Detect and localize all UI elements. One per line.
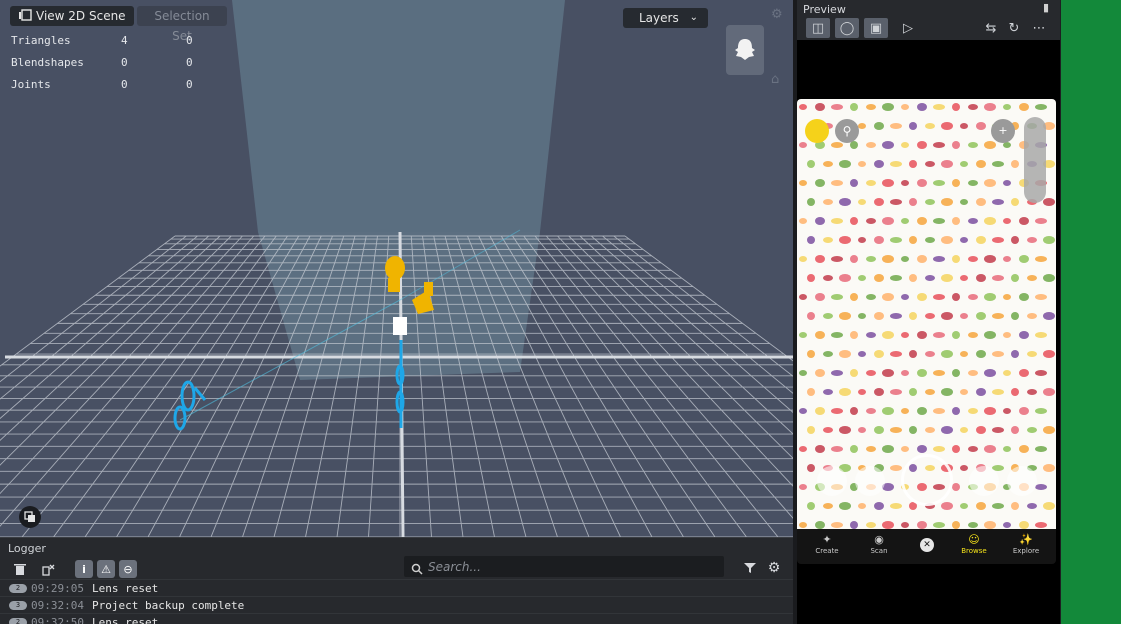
log-list: 2 09:29:05 Lens reset 3 09:32:04 Project bac… [0, 579, 793, 624]
log-row[interactable]: 2 09:29:05 Lens reset [0, 579, 793, 596]
gear-icon[interactable]: ⚙ [771, 7, 783, 22]
stat-value: 0 [121, 78, 128, 91]
camera-mode-icon[interactable]: ◯ [835, 18, 859, 38]
chevron-down-icon: ⌄ [689, 12, 698, 23]
clear-reset-icon[interactable] [39, 560, 57, 578]
preview-title: Preview [803, 3, 846, 16]
nav-close[interactable]: ✕ [907, 533, 947, 552]
stat-value: 0 [186, 56, 193, 69]
lens-carousel-item[interactable] [1007, 466, 1037, 496]
nav-browse[interactable]: ☺ Browse [954, 533, 994, 555]
logger-title: Logger [8, 542, 46, 555]
phone-bottom-nav: ✦ Create ◉ Scan ✕ ☺ Browse ✨ Explore [797, 529, 1056, 564]
settings-gear-icon[interactable]: ⚙ [765, 559, 783, 577]
log-count-badge: 2 [9, 617, 27, 624]
filter-icon[interactable] [741, 559, 759, 577]
snapchat-ghost-button[interactable] [726, 25, 764, 75]
log-count-badge: 2 [9, 583, 27, 593]
warning-filter-icon[interactable]: ⚠ [97, 560, 115, 578]
phone-preview[interactable]: ⚲ + ✦ Create ◉ Scan ✕ ☺ Browse ✨ Explore [797, 99, 1056, 564]
view-2d-scene-button[interactable]: View 2D Scene [10, 6, 134, 26]
scan-icon: ◉ [874, 533, 884, 546]
wand-icon: ✦ [822, 533, 832, 546]
swap-camera-icon[interactable]: ⇆ [979, 18, 1003, 38]
scene-stats: Triangles 4 0 Blendshapes 0 0 Joints 0 0 [11, 34, 193, 100]
copy-layer-button[interactable] [19, 506, 41, 528]
log-message: Lens reset [91, 581, 159, 595]
pin-icon[interactable]: ▮ [1043, 1, 1049, 14]
view-2d-scene-label: View 2D Scene [36, 9, 126, 23]
nav-create[interactable]: ✦ Create [807, 533, 847, 555]
ghost-icon [735, 39, 755, 60]
stat-label: Triangles [11, 34, 71, 47]
stats-row: Joints 0 0 [11, 78, 193, 100]
layers-dropdown[interactable]: Layers ⌄ [623, 8, 708, 28]
stat-value: 0 [186, 34, 193, 47]
profile-avatar[interactable] [805, 119, 829, 143]
trash-icon[interactable] [11, 560, 29, 578]
object-marker [393, 317, 407, 335]
search-icon [411, 560, 423, 579]
log-message: Project backup complete [91, 598, 245, 612]
stat-value: 0 [121, 56, 128, 69]
stat-value: 4 [121, 34, 128, 47]
lens-carousel-item[interactable] [817, 466, 847, 496]
scene-viewport[interactable]: View 2D Scene Selection Set Layers ⌄ Tri… [0, 0, 793, 537]
nav-label: Scan [870, 547, 888, 555]
stats-row: Blendshapes 0 0 [11, 56, 193, 78]
refresh-icon[interactable]: ↻ [1002, 18, 1026, 38]
device-icon[interactable]: ◫ [806, 18, 830, 38]
nav-label: Browse [961, 547, 987, 555]
preview-panel: Preview ▮ ◫ ◯ ▣ ▷ ⇆ ↻ ⋯ ⚲ + ✦ Create ◉ S… [797, 0, 1060, 624]
log-row[interactable]: 2 09:32:50 Lens reset [0, 613, 793, 624]
preview-header: Preview ▮ ◫ ◯ ▣ ▷ ⇆ ↻ ⋯ [797, 0, 1060, 40]
explore-icon: ✨ [1019, 533, 1033, 546]
log-count-badge: 3 [9, 600, 27, 610]
log-search[interactable] [404, 556, 724, 577]
camera-tools-rail[interactable] [1024, 117, 1046, 203]
nav-scan[interactable]: ◉ Scan [859, 533, 899, 555]
record-icon[interactable]: ▷ [896, 18, 920, 38]
lens-carousel-item[interactable] [969, 466, 999, 496]
search-input[interactable] [428, 558, 708, 575]
log-time: 09:32:50 [31, 615, 84, 624]
add-friend-icon[interactable]: + [991, 119, 1015, 143]
nav-label: Explore [1012, 547, 1040, 555]
side-green-panel [1061, 0, 1121, 624]
log-time: 09:29:05 [31, 581, 84, 595]
home-icon[interactable]: ⌂ [771, 72, 779, 87]
view-2d-icon [18, 7, 32, 27]
fruit-pattern-background: ⚲ + [797, 99, 1056, 529]
smile-icon: ☺ [968, 533, 980, 546]
copy-icon [24, 511, 35, 522]
error-filter-icon[interactable]: ⊖ [119, 560, 137, 578]
search-icon[interactable]: ⚲ [835, 119, 859, 143]
nav-explore[interactable]: ✨ Explore [1006, 533, 1046, 555]
stats-row: Triangles 4 0 [11, 34, 193, 56]
selection-set-button[interactable]: Selection Set [137, 6, 227, 43]
app-root: View 2D Scene Selection Set Layers ⌄ Tri… [0, 0, 1121, 624]
log-message: Lens reset [91, 615, 159, 624]
more-icon[interactable]: ⋯ [1027, 18, 1051, 38]
stat-label: Joints [11, 78, 51, 91]
lens-carousel-item[interactable] [855, 466, 885, 496]
info-filter-icon[interactable]: i [75, 560, 93, 578]
nav-label: Create [815, 547, 839, 555]
stat-value: 0 [186, 78, 193, 91]
log-time: 09:32:04 [31, 598, 84, 612]
close-icon: ✕ [920, 538, 934, 552]
stat-label: Blendshapes [11, 56, 84, 69]
layers-label: Layers [639, 11, 679, 25]
log-row[interactable]: 3 09:32:04 Project backup complete [0, 596, 793, 613]
capture-button[interactable] [901, 454, 953, 506]
face-mode-icon[interactable]: ▣ [864, 18, 888, 38]
